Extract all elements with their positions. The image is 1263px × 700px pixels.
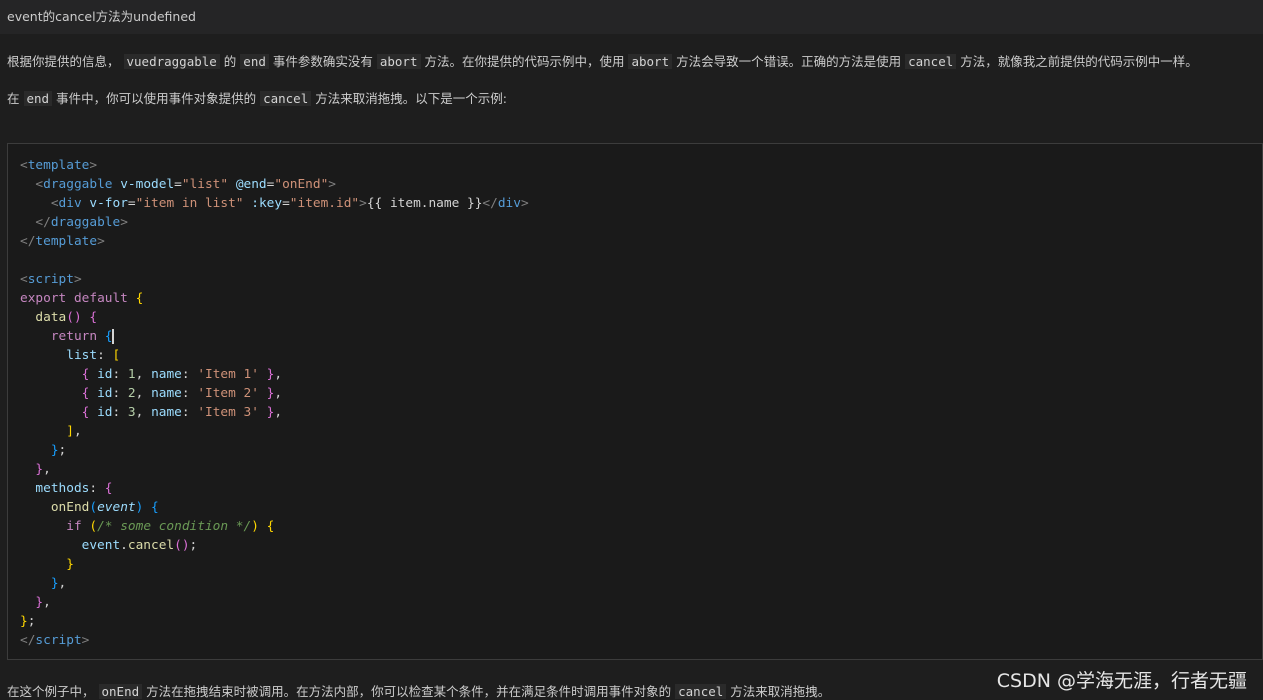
para-text: 方法。在你提供的代码示例中，使用 <box>424 54 625 69</box>
para-text: 方法会导致一个错误。正确的方法是使用 <box>676 54 902 69</box>
paragraph-summary: 在这个例子中， onEnd 方法在拖拽结束时被调用。在方法内部，你可以检查某个条… <box>7 681 830 700</box>
paragraph-explain: 在 end 事件中，你可以使用事件对象提供的 cancel 方法来取消拖拽。以下… <box>7 88 507 107</box>
inline-code: end <box>240 54 269 69</box>
para-text: 在 <box>7 91 20 106</box>
inline-code: end <box>23 91 53 106</box>
para-text: 事件参数确实没有 <box>272 54 373 69</box>
code-content: <template> <draggable v-model="list" @en… <box>20 158 529 648</box>
para-text: 方法来取消拖拽。以下是一个示例: <box>315 91 507 106</box>
inline-code: onEnd <box>98 684 143 699</box>
para-text: 在这个例子中， <box>7 684 95 699</box>
code-block[interactable]: <template> <draggable v-model="list" @en… <box>7 143 1263 660</box>
para-text: 事件中，你可以使用事件对象提供的 <box>56 91 257 106</box>
inline-code: abort <box>628 54 673 69</box>
text-cursor <box>111 329 114 344</box>
inline-code: vuedraggable <box>123 54 220 69</box>
inline-code: cancel <box>905 54 957 69</box>
inline-code: cancel <box>260 91 312 106</box>
page-header: event的cancel方法为undefined <box>0 0 1263 34</box>
para-text: 方法在拖拽结束时被调用。在方法内部，你可以检查某个条件，并在满足条件时调用事件对… <box>146 684 672 699</box>
para-text: 的 <box>223 54 237 69</box>
page-title: event的cancel方法为undefined <box>7 9 196 24</box>
csdn-watermark: CSDN @学海无涯，行者无疆 <box>996 670 1247 692</box>
para-text: 方法，就像我之前提供的代码示例中一样。 <box>960 54 1198 69</box>
paragraph-intro: 根据你提供的信息， vuedraggable 的 end 事件参数确实没有 ab… <box>7 51 1198 70</box>
inline-code: abort <box>376 54 421 69</box>
inline-code: cancel <box>675 684 727 699</box>
para-text: 根据你提供的信息， <box>7 54 120 69</box>
para-text: 方法来取消拖拽。 <box>730 684 831 699</box>
